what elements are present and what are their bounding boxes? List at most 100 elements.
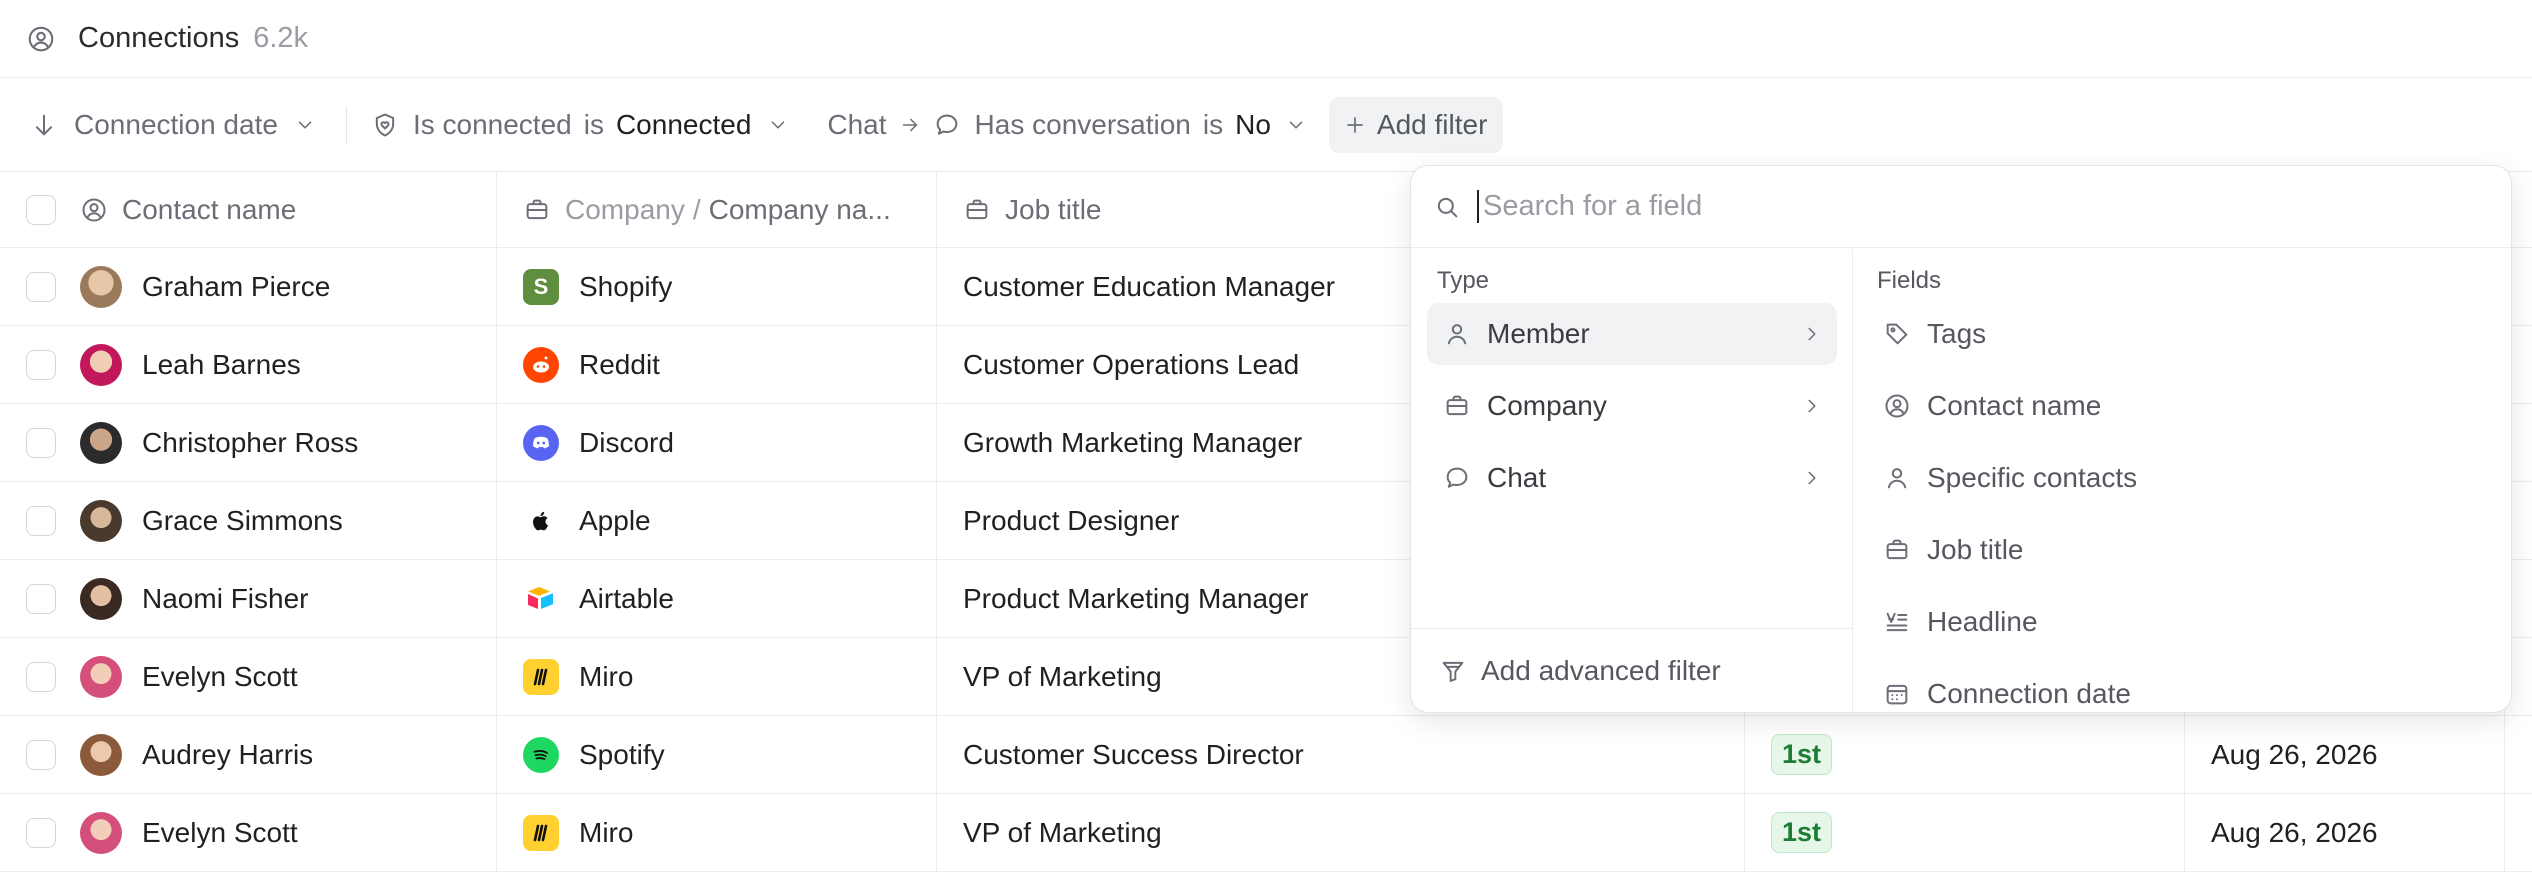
avatar xyxy=(80,421,122,464)
sort-label: Connection date xyxy=(74,108,278,140)
field-item-tags[interactable]: Tags xyxy=(1883,309,1986,359)
table-row[interactable]: Audrey Harris Spotify Customer Success D… xyxy=(0,716,2532,794)
field-label: Headline xyxy=(1927,606,2038,637)
cell-company: Miro xyxy=(497,794,937,871)
company-name: Apple xyxy=(579,504,651,536)
cell-contact-name: Grace Simmons xyxy=(0,482,497,559)
field-label: Contact name xyxy=(1927,390,2102,421)
connection-date: Aug 26, 2026 xyxy=(2211,738,2378,770)
table-row[interactable]: Evelyn Scott Miro VP of Marketing 1st Au… xyxy=(0,794,2532,872)
field-item-headline[interactable]: Headline xyxy=(1883,597,2038,647)
row-checkbox[interactable] xyxy=(26,661,56,692)
sort-control[interactable]: Connection date xyxy=(30,109,316,141)
job-title: Customer Operations Lead xyxy=(963,348,1300,380)
discord-logo-icon xyxy=(523,424,559,461)
plus-icon xyxy=(1343,113,1367,137)
field-label: Specific contacts xyxy=(1927,462,2138,493)
chevron-down-icon xyxy=(1285,114,1307,136)
field-item-contact-name[interactable]: Contact name xyxy=(1883,381,2101,431)
company-name: Spotify xyxy=(579,738,665,770)
apple-logo-icon xyxy=(523,503,559,539)
filter-value: No xyxy=(1235,108,1271,140)
contact-name: Evelyn Scott xyxy=(142,660,298,692)
column-label-separator: / xyxy=(692,193,701,225)
row-checkbox[interactable] xyxy=(26,427,56,458)
cell-contact-name: Leah Barnes xyxy=(0,326,497,403)
cell-company: Discord xyxy=(497,404,937,481)
cell-date: Aug 26, 2026 xyxy=(2185,716,2505,793)
miro-logo-icon xyxy=(523,814,559,851)
add-filter-button[interactable]: Add filter xyxy=(1328,96,1504,153)
spotify-logo-icon xyxy=(523,736,559,773)
connection-degree-badge: 1st xyxy=(1771,812,1833,853)
advanced-filter-label: Add advanced filter xyxy=(1481,654,1721,686)
company-name: Shopify xyxy=(579,270,673,302)
contact-name: Grace Simmons xyxy=(142,504,343,536)
row-checkbox[interactable] xyxy=(26,349,56,380)
filter-is-connected[interactable]: Is connected is Connected xyxy=(371,109,789,141)
chevron-down-icon xyxy=(294,114,316,136)
briefcase-icon xyxy=(1883,536,1911,564)
add-advanced-filter-button[interactable]: Add advanced filter xyxy=(1411,628,1852,712)
type-item-company[interactable]: Company xyxy=(1427,375,1837,437)
cell-contact-name: Christopher Ross xyxy=(0,404,497,481)
briefcase-icon xyxy=(1443,392,1471,420)
cell-company: Spotify xyxy=(497,716,937,793)
contact-name: Evelyn Scott xyxy=(142,816,298,848)
type-item-member[interactable]: Member xyxy=(1427,303,1837,365)
cell-company: Apple xyxy=(497,482,937,559)
cell-contact-name: Naomi Fisher xyxy=(0,560,497,637)
person-icon xyxy=(1883,464,1911,492)
filter-has-conversation[interactable]: Chat Has conversation is No xyxy=(827,109,1307,141)
cell-contact-name: Audrey Harris xyxy=(0,716,497,793)
column-contact-name[interactable]: Contact name xyxy=(0,172,497,247)
row-checkbox[interactable] xyxy=(26,739,56,770)
row-checkbox[interactable] xyxy=(26,271,56,302)
avatar xyxy=(80,655,122,698)
divider xyxy=(345,105,347,144)
job-title: VP of Marketing xyxy=(963,816,1162,848)
field-item-job-title[interactable]: Job title xyxy=(1883,525,2024,575)
column-label: Job title xyxy=(1005,193,1102,225)
column-label: Company na... xyxy=(708,193,891,225)
arrow-right-icon xyxy=(899,114,921,136)
chat-bubble-icon xyxy=(933,111,961,139)
job-title: Growth Marketing Manager xyxy=(963,426,1303,458)
row-checkbox[interactable] xyxy=(26,583,56,614)
calendar-icon xyxy=(1883,680,1911,708)
dropdown-body: Type Member Company Chat Add advanced fi… xyxy=(1411,249,2511,712)
field-search-bar xyxy=(1411,166,2511,248)
chevron-right-icon xyxy=(1801,395,1823,417)
job-title: Product Marketing Manager xyxy=(963,582,1309,614)
chevron-right-icon xyxy=(1801,323,1823,345)
type-label: Member xyxy=(1487,318,1590,349)
row-checkbox[interactable] xyxy=(26,817,56,848)
column-company-name[interactable]: Company / Company na... xyxy=(497,172,937,247)
contact-name: Christopher Ross xyxy=(142,426,359,458)
company-name: Miro xyxy=(579,816,634,848)
cell-company: Airtable xyxy=(497,560,937,637)
fields-column: Fields Tags Contact name Specific contac… xyxy=(1853,249,2511,712)
tag-icon xyxy=(1883,320,1911,348)
field-label: Job title xyxy=(1927,534,2024,565)
reddit-logo-icon xyxy=(523,346,559,383)
page-title: Connections xyxy=(78,22,240,54)
select-all-checkbox[interactable] xyxy=(26,194,56,225)
airtable-logo-icon xyxy=(523,581,559,617)
add-filter-dropdown: Type Member Company xyxy=(1410,165,2512,713)
cell-company: Miro xyxy=(497,638,937,715)
cell-date: Aug 26, 2026 xyxy=(2185,794,2505,871)
field-item-specific-contacts[interactable]: Specific contacts xyxy=(1883,453,2137,503)
field-search-input[interactable] xyxy=(1477,190,2377,223)
cell-connection: 1st xyxy=(1745,794,2185,871)
filter-operator: is xyxy=(583,108,604,140)
avatar xyxy=(80,577,122,620)
type-item-chat[interactable]: Chat xyxy=(1427,447,1837,509)
filter-group: Chat xyxy=(827,108,887,140)
contact-circle-icon xyxy=(26,24,56,54)
avatar xyxy=(80,265,122,308)
connection-degree-badge: 1st xyxy=(1771,734,1833,775)
row-checkbox[interactable] xyxy=(26,505,56,536)
field-item-connection-date[interactable]: Connection date xyxy=(1883,669,2131,712)
cell-empty xyxy=(2505,716,2532,793)
